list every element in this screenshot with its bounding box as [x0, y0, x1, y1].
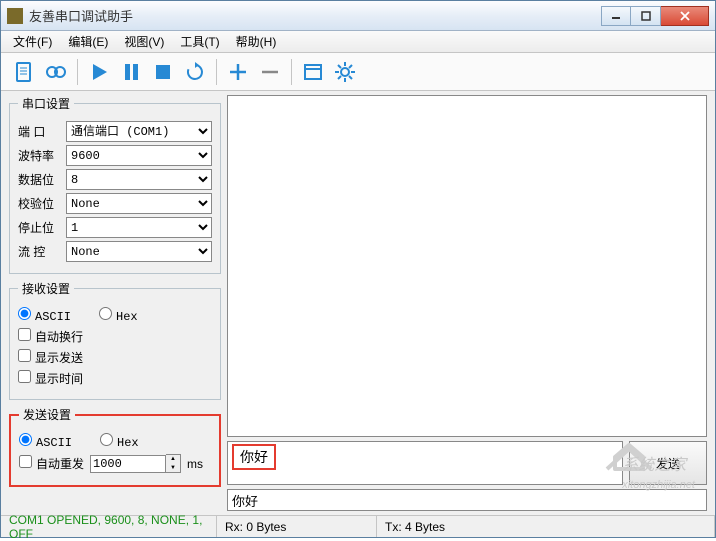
- menu-edit[interactable]: 编辑(E): [60, 31, 116, 52]
- send-textarea[interactable]: 你好: [227, 441, 623, 485]
- interval-input[interactable]: [90, 455, 166, 473]
- close-button[interactable]: [661, 6, 709, 26]
- recv-settings-group: 接收设置 ASCII Hex 自动换行 显示发送 显示时间: [9, 280, 221, 400]
- content-area: 串口设置 端 口通信端口 (COM1) 波特率 9600 数据位 8 校验位 None…: [1, 91, 715, 515]
- spin-up-icon[interactable]: ▲: [166, 455, 180, 464]
- minimize-button[interactable]: [601, 6, 631, 26]
- window-title: 友善串口调试助手: [29, 6, 601, 25]
- send-settings-group: 发送设置 ASCII Hex 自动重发 ▲▼ ms: [9, 406, 221, 487]
- spin-down-icon[interactable]: ▼: [166, 464, 180, 473]
- auto-resend-checkbox[interactable]: 自动重发: [19, 455, 84, 472]
- menu-tools[interactable]: 工具(T): [172, 31, 227, 52]
- plus-icon[interactable]: [223, 57, 253, 87]
- send-hex-radio[interactable]: Hex: [100, 433, 139, 450]
- record-icon[interactable]: [41, 57, 71, 87]
- auto-wrap-checkbox[interactable]: 自动换行: [18, 328, 83, 345]
- parity-label: 校验位: [18, 195, 60, 212]
- menubar: 文件(F) 编辑(E) 视图(V) 工具(T) 帮助(H): [1, 31, 715, 53]
- port-select[interactable]: 通信端口 (COM1): [66, 121, 212, 142]
- send-settings-legend: 发送设置: [19, 406, 75, 423]
- flow-select[interactable]: None: [66, 241, 212, 262]
- send-ascii-radio[interactable]: ASCII: [19, 433, 72, 450]
- titlebar: 友善串口调试助手: [1, 1, 715, 31]
- app-icon: [7, 8, 23, 24]
- window-icon[interactable]: [298, 57, 328, 87]
- serial-settings-group: 串口设置 端 口通信端口 (COM1) 波特率 9600 数据位 8 校验位 None…: [9, 95, 221, 274]
- stopbits-label: 停止位: [18, 219, 60, 236]
- maximize-button[interactable]: [631, 6, 661, 26]
- play-icon[interactable]: [84, 57, 114, 87]
- pause-icon[interactable]: [116, 57, 146, 87]
- menu-file[interactable]: 文件(F): [5, 31, 60, 52]
- baud-select[interactable]: 9600: [66, 145, 212, 166]
- stopbits-select[interactable]: 1: [66, 217, 212, 238]
- show-send-checkbox[interactable]: 显示发送: [18, 349, 83, 366]
- refresh-icon[interactable]: [180, 57, 210, 87]
- status-rx: Rx: 0 Bytes: [217, 516, 377, 537]
- port-label: 端 口: [18, 123, 60, 140]
- baud-label: 波特率: [18, 147, 60, 164]
- stop-icon[interactable]: [148, 57, 178, 87]
- main-window: 友善串口调试助手 文件(F) 编辑(E) 视图(V) 工具(T) 帮助(H) 串…: [0, 0, 716, 538]
- flow-label: 流 控: [18, 243, 60, 260]
- serial-settings-legend: 串口设置: [18, 95, 74, 112]
- minus-icon[interactable]: [255, 57, 285, 87]
- menu-help[interactable]: 帮助(H): [228, 31, 285, 52]
- toolbar-separator: [291, 59, 292, 85]
- menu-view[interactable]: 视图(V): [116, 31, 172, 52]
- send-history-input[interactable]: 你好: [227, 489, 707, 511]
- status-connection: COM1 OPENED, 9600, 8, NONE, 1, OFF: [1, 516, 217, 537]
- interval-spinner[interactable]: ▲▼: [90, 454, 181, 473]
- recv-settings-legend: 接收设置: [18, 280, 74, 297]
- databits-label: 数据位: [18, 171, 60, 188]
- status-tx: Tx: 4 Bytes: [377, 516, 715, 537]
- toolbar-separator: [216, 59, 217, 85]
- recv-hex-radio[interactable]: Hex: [99, 307, 138, 324]
- interval-unit: ms: [187, 457, 203, 471]
- new-file-icon[interactable]: [9, 57, 39, 87]
- send-button[interactable]: 发送: [629, 441, 707, 485]
- databits-select[interactable]: 8: [66, 169, 212, 190]
- statusbar: COM1 OPENED, 9600, 8, NONE, 1, OFF Rx: 0…: [1, 515, 715, 537]
- show-time-checkbox[interactable]: 显示时间: [18, 370, 83, 387]
- toolbar: [1, 53, 715, 91]
- receive-textarea[interactable]: [227, 95, 707, 437]
- window-buttons: [601, 6, 709, 26]
- gear-icon[interactable]: [330, 57, 360, 87]
- right-panel: 你好 发送 你好 系统之家 xitongzhijia.net: [227, 95, 707, 511]
- recv-ascii-radio[interactable]: ASCII: [18, 307, 71, 324]
- toolbar-separator: [77, 59, 78, 85]
- parity-select[interactable]: None: [66, 193, 212, 214]
- left-panel: 串口设置 端 口通信端口 (COM1) 波特率 9600 数据位 8 校验位 None…: [9, 95, 221, 511]
